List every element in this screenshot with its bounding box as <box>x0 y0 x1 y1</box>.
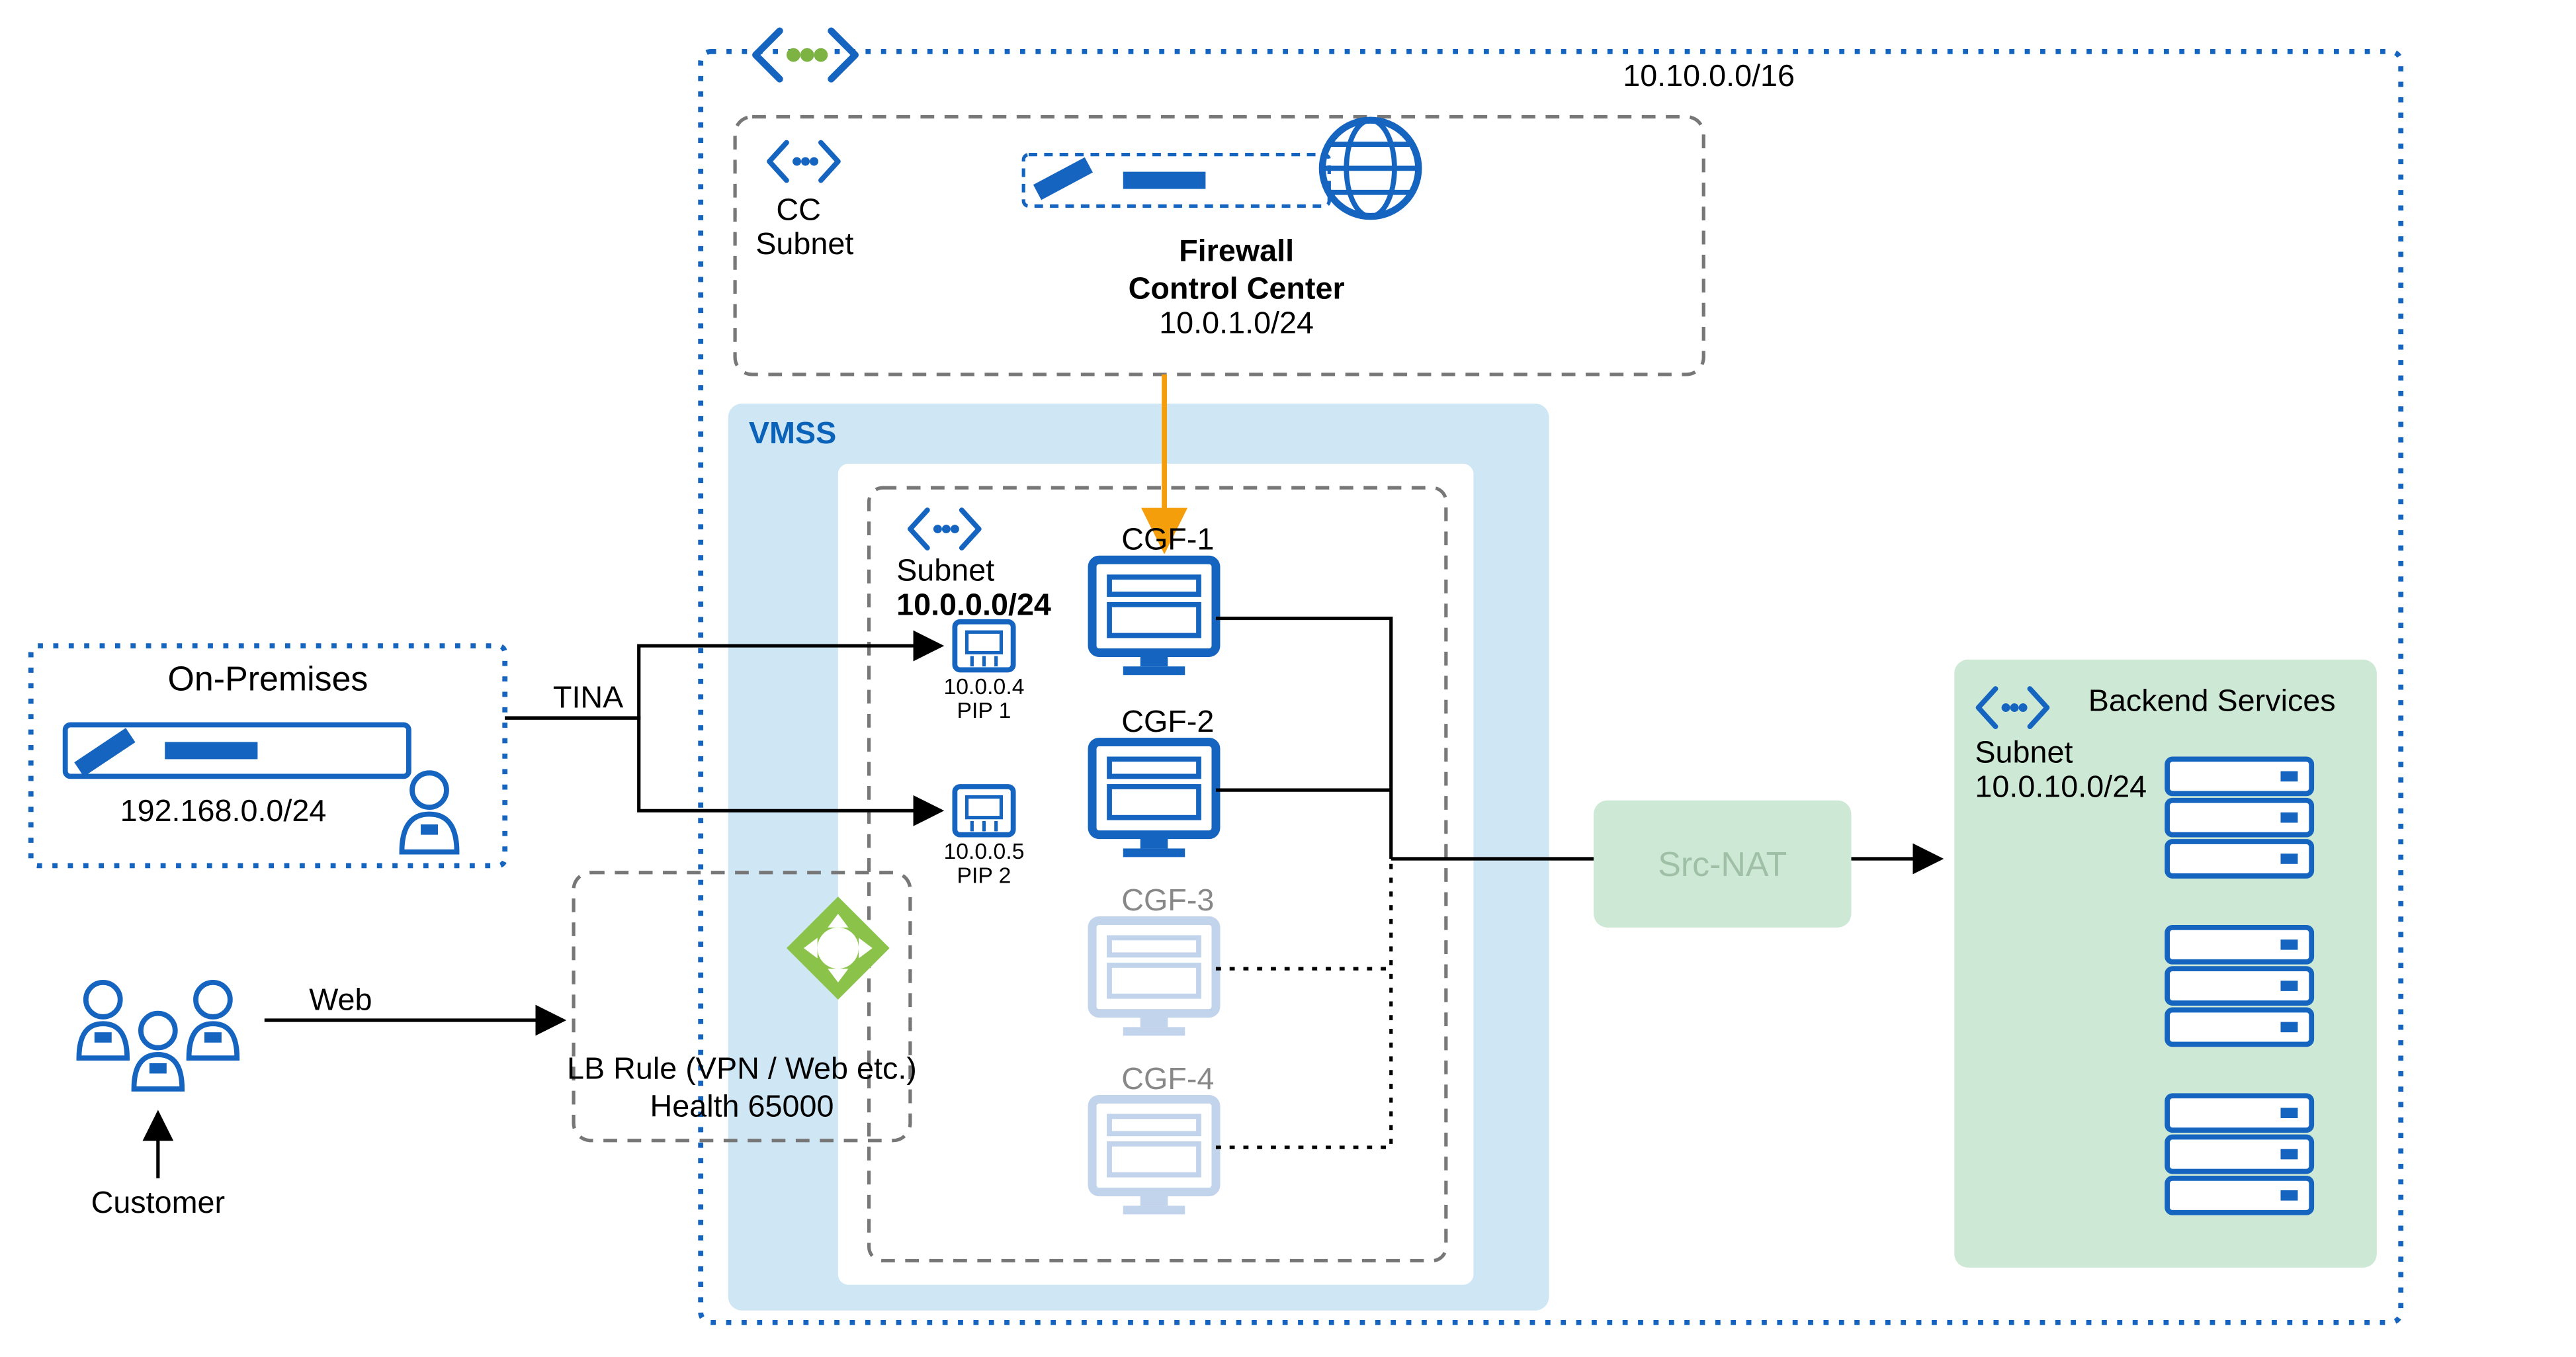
cgf-2-label: CGF-2 <box>1121 704 1214 738</box>
users-icon <box>79 983 237 1089</box>
cgf-2-pip: PIP 2 <box>957 863 1011 888</box>
onprem-cidr: 192.168.0.0/24 <box>120 793 327 828</box>
cc-cidr: 10.0.1.0/24 <box>1159 306 1314 340</box>
subnet-icon <box>769 142 838 180</box>
cgf-1-label: CGF-1 <box>1121 522 1214 556</box>
vnet-icon <box>755 31 855 79</box>
web-label: Web <box>309 982 372 1016</box>
firewall-appliance-icon <box>65 725 409 777</box>
vmss-subnet-label: Subnet <box>896 552 994 587</box>
backend-cidr: 10.0.10.0/24 <box>1975 769 2147 804</box>
onprem-title: On-Premises <box>168 660 368 699</box>
ethernet-icon <box>955 622 1013 670</box>
cgf-1-ip: 10.0.0.4 <box>944 674 1025 699</box>
cgf-2-ip: 10.0.0.5 <box>944 839 1025 864</box>
tina-label: TINA <box>553 680 624 715</box>
user-icon <box>402 773 456 852</box>
lb-line-1: LB Rule (VPN / Web etc.) <box>567 1051 917 1085</box>
backend-title: Backend Services <box>2088 683 2336 718</box>
cgf-4-label: CGF-4 <box>1121 1061 1214 1096</box>
firewall-appliance-icon <box>1023 155 1329 206</box>
globe-icon <box>1322 120 1418 216</box>
vmss-label: VMSS <box>749 416 836 450</box>
vnet-cidr: 10.10.0.0/16 <box>1623 58 1795 93</box>
cc-subnet-label-1: CC <box>776 192 820 226</box>
backend-subnet-label: Subnet <box>1975 735 2073 769</box>
cc-title-1: Firewall <box>1179 234 1294 268</box>
cc-title-2: Control Center <box>1129 271 1345 306</box>
server-rack-icon <box>2167 759 2311 1212</box>
customer-label: Customer <box>91 1185 226 1219</box>
ethernet-icon <box>955 787 1013 835</box>
diagram-canvas: 10.10.0.0/16 CC Subnet Firewall Control … <box>0 0 2576 1357</box>
lb-line-2: Health 65000 <box>650 1088 834 1123</box>
nat-label: Src-NAT <box>1658 846 1787 884</box>
vmss-subnet-cidr: 10.0.0.0/24 <box>896 587 1051 621</box>
cgf-3-label: CGF-3 <box>1121 883 1214 917</box>
cgf-1-pip: PIP 1 <box>957 698 1011 723</box>
cc-subnet-label-2: Subnet <box>755 226 853 261</box>
